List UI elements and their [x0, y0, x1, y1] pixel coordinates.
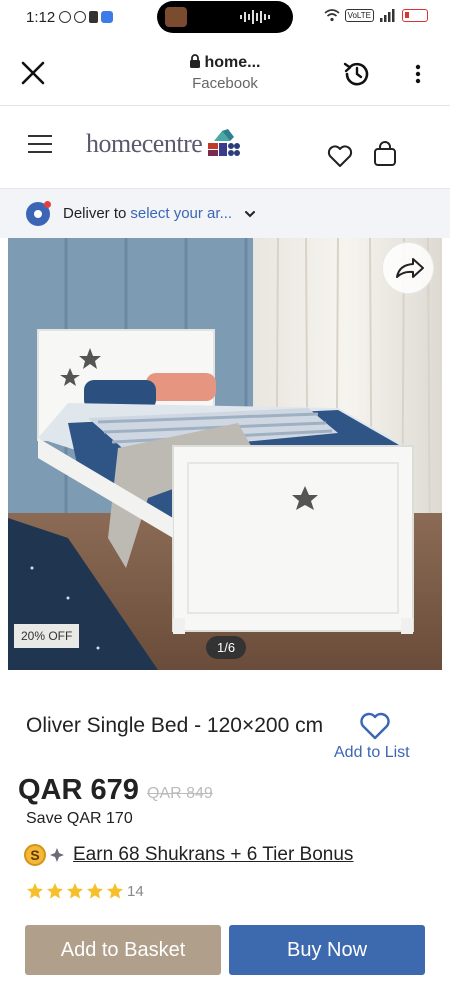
star-icon	[107, 883, 123, 899]
logo-text: homecentre	[86, 129, 203, 158]
deliver-prefix: Deliver to	[63, 205, 127, 222]
add-to-list-link[interactable]: Add to List	[334, 744, 410, 762]
url-site-name: Facebook	[192, 75, 258, 92]
url-domain: home...	[150, 54, 300, 72]
message-icon	[74, 11, 87, 23]
status-time: 1:12	[26, 8, 56, 26]
original-price: QAR 849	[147, 785, 213, 802]
product-title: Oliver Single Bed - 120×200 cm	[26, 714, 324, 737]
shukran-earn-text[interactable]: Earn 68 Shukrans + 6 Tier Bonus	[73, 844, 353, 866]
rating-stars	[26, 882, 126, 900]
audio-wave-icon	[240, 10, 270, 24]
shukran-rewards[interactable]: S Earn 68 Shukrans + 6 Tier Bonus	[24, 844, 353, 866]
buy-now-button[interactable]: Buy Now	[229, 925, 425, 975]
volte-badge: VoLTE	[344, 9, 374, 22]
wishlist-heart-icon[interactable]	[326, 142, 354, 170]
site-header: homecentre	[0, 106, 450, 188]
star-icon	[27, 883, 43, 899]
status-bar: 1:12 VoLTE	[0, 0, 450, 34]
image-counter: 1/6	[206, 636, 247, 659]
notification-icons	[59, 11, 114, 23]
share-icon	[396, 258, 424, 278]
rating-count: 14	[127, 882, 144, 900]
bed-photo	[8, 238, 442, 670]
url-domain-text: home...	[204, 54, 261, 71]
logo-mark-icon	[208, 129, 241, 156]
share-button[interactable]	[382, 242, 434, 294]
add-to-list-heart-icon[interactable]	[358, 710, 392, 742]
select-area-link[interactable]: select your ar...	[130, 205, 232, 222]
whatsapp-icon	[59, 11, 72, 23]
lock-icon	[190, 54, 201, 68]
shopping-bag-icon[interactable]	[372, 140, 398, 168]
battery-icon	[402, 9, 428, 22]
delivery-location-bar[interactable]: Deliver to select your ar...	[0, 188, 450, 238]
app-notification-icon	[101, 11, 114, 23]
media-thumbnail-icon	[165, 7, 187, 27]
product-image[interactable]: 20% OFF 1/6	[8, 238, 442, 670]
star-icon	[87, 883, 103, 899]
sparkle-icon	[50, 848, 64, 862]
more-options-icon[interactable]	[408, 60, 428, 88]
location-pin-icon	[26, 200, 51, 226]
signal-icon	[380, 9, 395, 22]
product-price: QAR 679	[18, 774, 139, 806]
discount-badge: 20% OFF	[14, 624, 80, 648]
wifi-icon	[324, 9, 340, 22]
alert-icon	[89, 11, 99, 23]
rating[interactable]: 14	[26, 882, 144, 900]
shukran-coin-icon: S	[24, 844, 46, 866]
history-icon[interactable]	[341, 58, 373, 90]
system-status-icons: VoLTE	[324, 9, 428, 22]
savings-text: Save QAR 170	[26, 810, 133, 827]
browser-toolbar: home... Facebook	[0, 40, 450, 106]
star-icon	[47, 883, 63, 899]
dynamic-island	[157, 1, 293, 33]
add-to-basket-button[interactable]: Add to Basket	[25, 925, 221, 975]
site-logo[interactable]: homecentre	[86, 127, 241, 161]
star-icon	[67, 883, 83, 899]
url-display[interactable]: home... Facebook	[150, 54, 300, 92]
close-icon[interactable]	[20, 60, 46, 86]
menu-icon[interactable]	[28, 135, 52, 155]
chevron-down-icon[interactable]	[244, 208, 256, 220]
